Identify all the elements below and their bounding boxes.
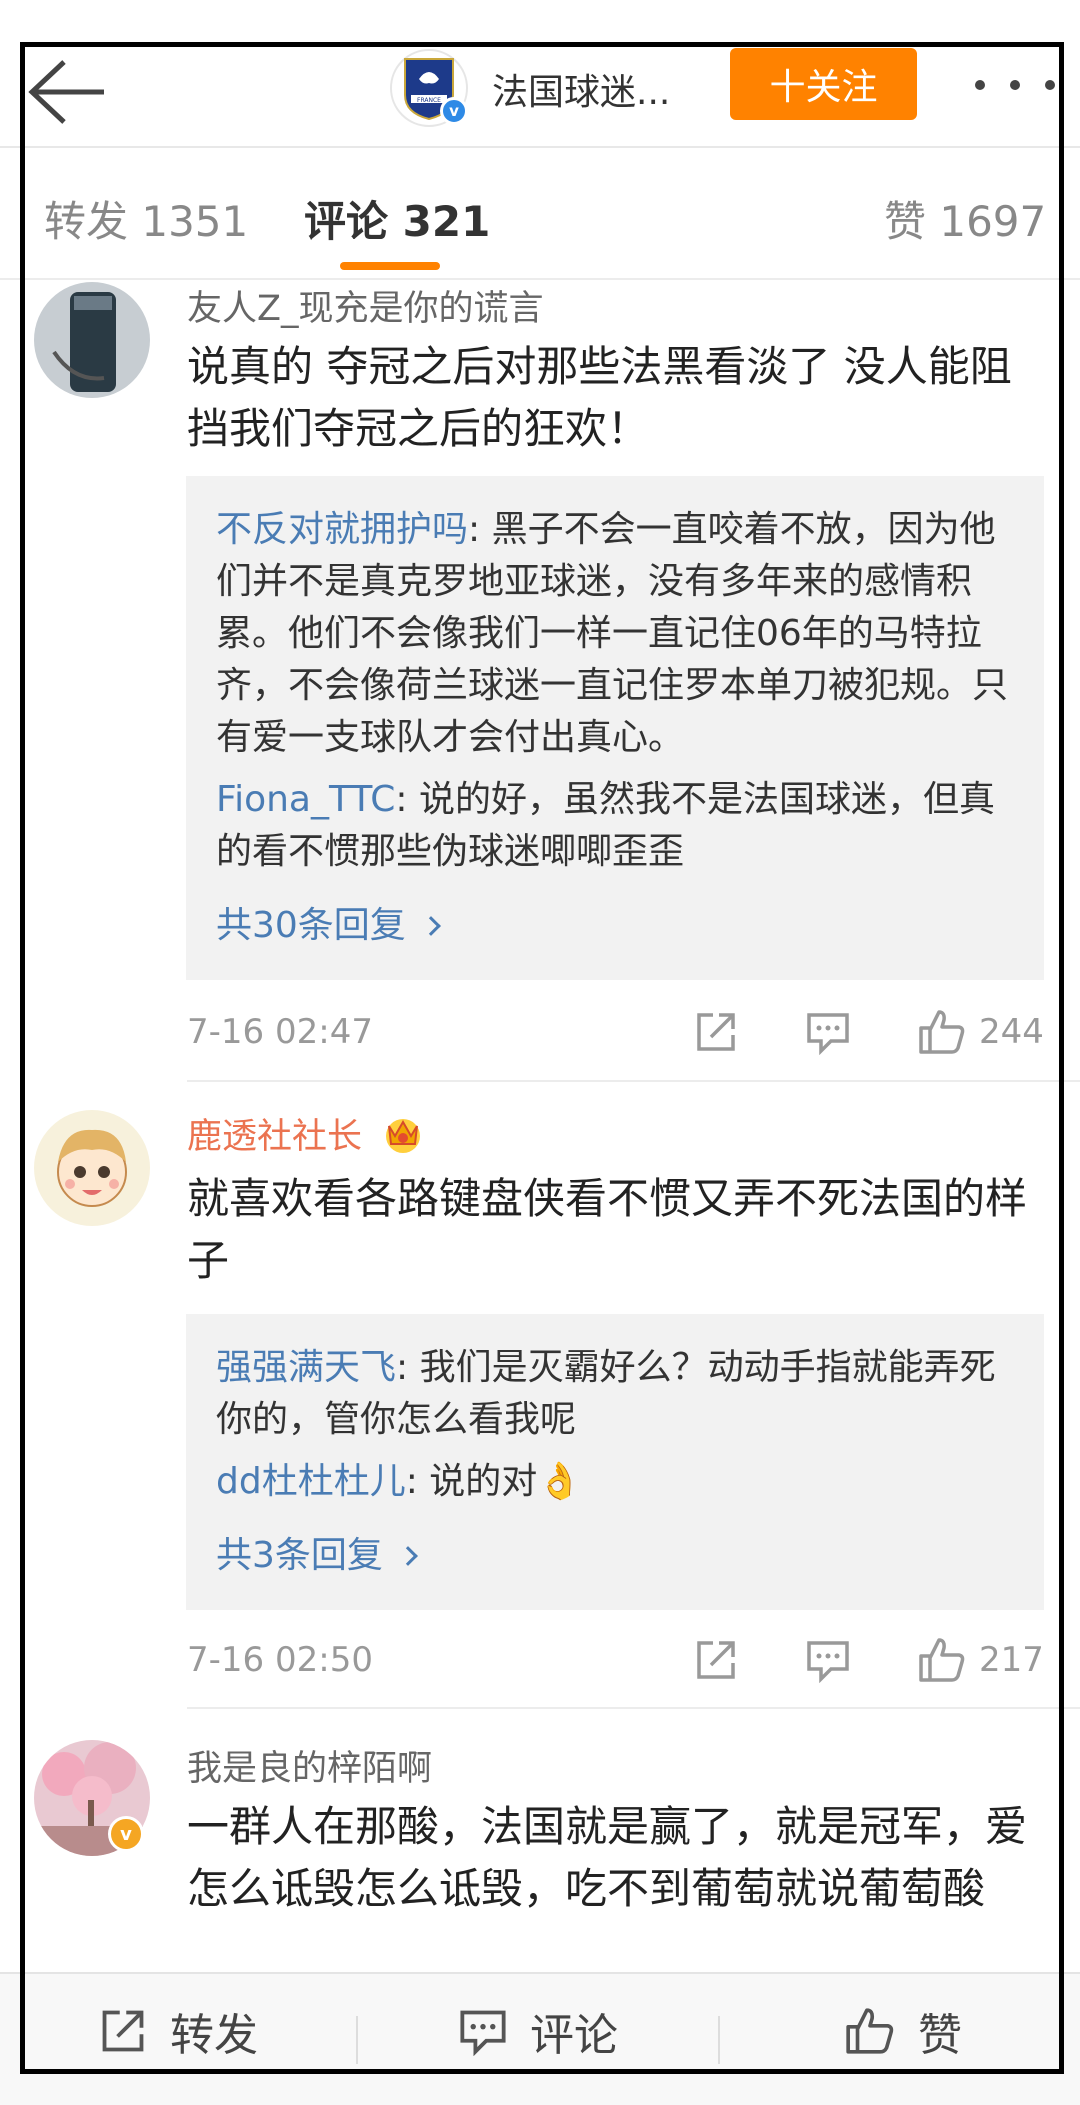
thumbs-up-icon (846, 2008, 894, 2054)
like-count: 217 (979, 1640, 1044, 1680)
tab-bar: 转发 1351 评论 321 赞 1697 (0, 150, 1080, 280)
comment-username[interactable]: 友人Z_现充是你的谎言 (187, 280, 543, 331)
more-replies-link[interactable]: 共30条回复 (216, 900, 441, 952)
reply-item: dd杜杜杜儿: 说的对👌 (216, 1456, 1014, 1508)
reply-username[interactable]: dd杜杜杜儿 (216, 1461, 406, 1502)
more-replies-label: 共3条回复 (216, 1535, 383, 1576)
like-action[interactable]: 217 (917, 1632, 1044, 1688)
like-button[interactable]: 赞 (844, 1996, 962, 2066)
reply-action[interactable] (805, 1004, 851, 1060)
tab-likes[interactable]: 赞 1697 (884, 188, 1046, 249)
comment-button[interactable]: 评论 (458, 1996, 618, 2066)
back-arrow-icon[interactable] (28, 57, 108, 127)
share-icon (697, 1013, 735, 1051)
like-label: 赞 (918, 2010, 962, 2061)
comment-label: 评论 (530, 2010, 618, 2061)
share-icon (102, 2010, 144, 2052)
comment-icon (807, 1641, 849, 1683)
chevron-right-icon (398, 1546, 418, 1566)
comment-divider (187, 1707, 1080, 1709)
bottom-bar-divider (356, 2016, 358, 2064)
reply-item: 强强满天飞: 我们是灭霸好么？动动手指就能弄死你的，管你怎么看我呢 (216, 1342, 1014, 1446)
avatar[interactable] (34, 282, 150, 398)
like-action[interactable]: 244 (917, 1004, 1044, 1060)
share-action[interactable] (693, 1632, 739, 1688)
comment-username[interactable]: 鹿透社社长 (187, 1108, 425, 1159)
tab-repost[interactable]: 转发 1351 (44, 188, 248, 249)
thumbs-up-icon (919, 1638, 965, 1682)
like-count: 244 (979, 1012, 1044, 1052)
comment-username-text: 鹿透社社长 (187, 1117, 363, 1157)
more-replies-link[interactable]: 共3条回复 (216, 1530, 418, 1582)
reply-item: Fiona_TTC: 说的好，虽然我不是法国球迷，但真的看不惯那些伪球迷唧唧歪歪 (216, 774, 1014, 878)
tab-comments[interactable]: 评论 321 (304, 188, 490, 249)
comment-time: 7-16 02:50 (187, 1640, 373, 1680)
share-action[interactable] (693, 1004, 739, 1060)
comment-divider (187, 1080, 1080, 1082)
page-title[interactable]: 法国球迷... (492, 63, 670, 115)
more-replies-label: 共30条回复 (216, 905, 406, 946)
repost-label: 转发 (170, 2010, 258, 2061)
verified-badge-icon: v (108, 1816, 144, 1852)
comment-icon (460, 2010, 506, 2056)
reply-item: 不反对就拥护吗: 黑子不会一直咬着不放，因为他们并不是真克罗地亚球迷，没有多年来… (216, 504, 1014, 764)
bottom-bar-divider (718, 2016, 720, 2064)
comment-icon (807, 1013, 849, 1055)
bottom-action-bar: 转发 评论 赞 (0, 1972, 1080, 2105)
comment-text: 就喜欢看各路键盘侠看不惯又弄不死法国的样子 (187, 1174, 1028, 1285)
top-bar: FRANCE v 法国球迷... 十关注 (0, 45, 1080, 145)
crest-text: FRANCE (417, 97, 441, 104)
reply-username[interactable]: Fiona_TTC (216, 779, 395, 820)
reply-action[interactable] (805, 1632, 851, 1688)
comment-username[interactable]: 我是良的梓陌啊 (187, 1740, 432, 1791)
reply-username[interactable]: 不反对就拥护吗 (216, 509, 468, 550)
avatar-image (34, 282, 150, 398)
comment-time: 7-16 02:47 (187, 1012, 373, 1052)
more-options-icon[interactable] (975, 65, 1055, 105)
reply-text: : 说的对👌 (405, 1461, 583, 1502)
comment-text: 说真的 夺冠之后对那些法黑看淡了 没人能阻挡我们夺冠之后的狂欢！ (187, 342, 1012, 453)
share-icon (697, 1641, 735, 1679)
avatar[interactable] (34, 1110, 150, 1226)
repost-button[interactable]: 转发 (98, 1996, 258, 2066)
reply-box[interactable]: 不反对就拥护吗: 黑子不会一直咬着不放，因为他们并不是真克罗地亚球迷，没有多年来… (186, 476, 1044, 980)
comment-meta: 7-16 02:50 217 (187, 1630, 1047, 1690)
vip-crown-icon (386, 1119, 421, 1153)
verified-badge-icon: v (440, 97, 468, 125)
comment-meta: 7-16 02:47 244 (187, 1002, 1047, 1062)
comment-text: 一群人在那酸，法国就是赢了，就是冠军，爱怎么诋毁怎么诋毁，吃不到葡萄就说葡萄酸 (187, 1802, 1028, 1913)
reply-username[interactable]: 强强满天飞 (216, 1347, 396, 1388)
avatar-image (34, 1110, 150, 1226)
active-tab-indicator (340, 262, 440, 270)
thumbs-up-icon (919, 1010, 965, 1054)
follow-button[interactable]: 十关注 (730, 48, 917, 120)
chevron-right-icon (420, 916, 441, 936)
reply-box[interactable]: 强强满天飞: 我们是灭霸好么？动动手指就能弄死你的，管你怎么看我呢 dd杜杜杜儿… (186, 1314, 1044, 1610)
header-divider (0, 146, 1080, 148)
